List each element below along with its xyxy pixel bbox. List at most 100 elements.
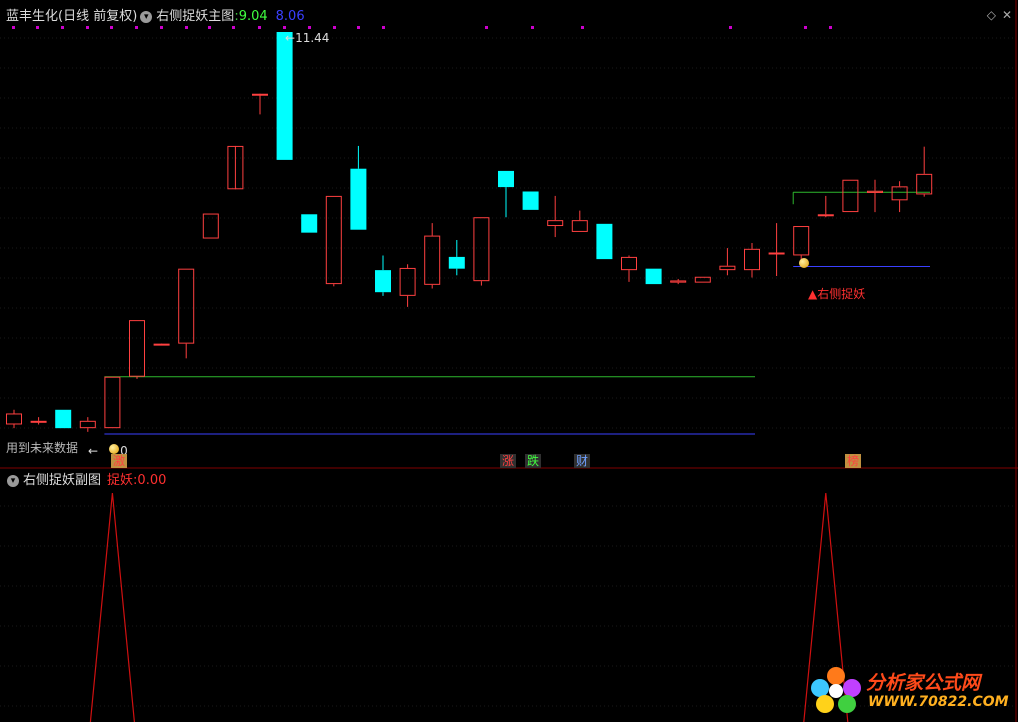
purple-dots [12,26,832,29]
signal-dot [308,26,311,29]
candle-body [498,170,514,188]
candle [571,210,588,232]
candle [867,179,883,213]
sub-panel-series [89,492,849,722]
candle-body [6,413,22,425]
candle [202,213,219,239]
candle-body [916,173,933,195]
signal-dot [208,26,211,29]
candle [178,268,195,359]
candle [645,268,662,285]
signal-dot [804,26,807,29]
candle [916,146,933,197]
sub-indicator-name[interactable]: 右侧捉妖副图 [23,473,101,489]
value-green: 9.04 [238,9,268,24]
indicator-name[interactable]: 右侧捉妖主图 [156,9,234,25]
candle [670,278,687,285]
candle-body [424,235,441,285]
candle [301,214,318,233]
candle [793,226,810,261]
signal-marker: 财 [574,454,591,468]
candle [473,217,490,286]
chevron-down-icon[interactable]: ▾ [140,10,153,23]
candle-body [522,191,539,210]
candle-body [670,280,687,283]
candle [744,242,760,278]
candle [424,223,441,289]
main-header: 蓝丰生化(日线 前复权) ▾ 右侧捉妖主图:9.04 8.06 [6,9,305,25]
candle-body [30,420,47,423]
signal-dot [61,26,64,29]
grid-lines [0,37,1014,707]
signal-label: ▲右侧捉妖 [808,287,866,301]
signal-dot [382,26,385,29]
candle-body [325,195,342,285]
signal-dot [86,26,89,29]
signal-dot [12,26,15,29]
candles [6,32,933,432]
candle-body [55,409,72,429]
signal-dot [110,26,113,29]
candle-body [473,217,490,282]
candle-body [104,376,121,429]
high-price-label: ←11.44 [285,31,330,45]
future-data-note: 用到未来数据 [6,441,79,455]
signal-dot [333,26,336,29]
candle-body [547,220,564,227]
candle-body [153,343,170,346]
candle [694,276,711,283]
candle-body [448,256,465,269]
signal-dot [283,26,286,29]
candle-body [793,226,810,256]
kline-chart[interactable] [0,0,1018,722]
sub-series-label: 捉妖 [107,473,134,488]
chevron-down-icon[interactable]: ▾ [7,474,19,487]
candle [153,343,170,346]
signal-dot [185,26,188,29]
candle [891,181,908,213]
candle [252,93,268,115]
candle-body [744,248,760,271]
candle-body [399,267,416,296]
candle [30,417,47,425]
candle-body [252,93,268,96]
candle [842,179,859,213]
signal-dot [357,26,360,29]
candle [276,32,293,160]
signal-dot [729,26,732,29]
candle [621,255,637,282]
candle-body [645,268,662,285]
candle-body [842,179,859,213]
diamond-icon[interactable]: ◇ [987,8,996,22]
candle [448,240,465,276]
candle-body [596,223,613,260]
candle-body [621,256,637,271]
candle [104,376,121,429]
candle-body [79,420,96,429]
close-icon[interactable]: ✕ [1002,8,1012,22]
candle [719,248,736,276]
candle [596,223,613,260]
candle [325,195,342,287]
candle [768,223,785,277]
signal-dot [531,26,534,29]
signal-dot [160,26,163,29]
candle-body [301,214,318,233]
signal-dot [581,26,584,29]
candle [522,191,539,210]
candle [227,145,244,190]
chart-stage: 蓝丰生化(日线 前复权) ▾ 右侧捉妖主图:9.04 8.06 ◇ ✕ ←11.44 … [0,0,1018,722]
signal-marker: 激 [111,454,128,468]
candle-body [768,252,785,255]
signal-dot [232,26,235,29]
signal-marker: 榜 [845,454,862,468]
candle [6,409,22,429]
flower-logo-icon [811,667,861,713]
candle [55,409,72,429]
candle [547,195,564,238]
signal-dot [829,26,832,29]
candle-body [276,32,293,160]
candle [817,195,834,218]
coin-icon [109,444,119,454]
candle-body [719,265,736,271]
